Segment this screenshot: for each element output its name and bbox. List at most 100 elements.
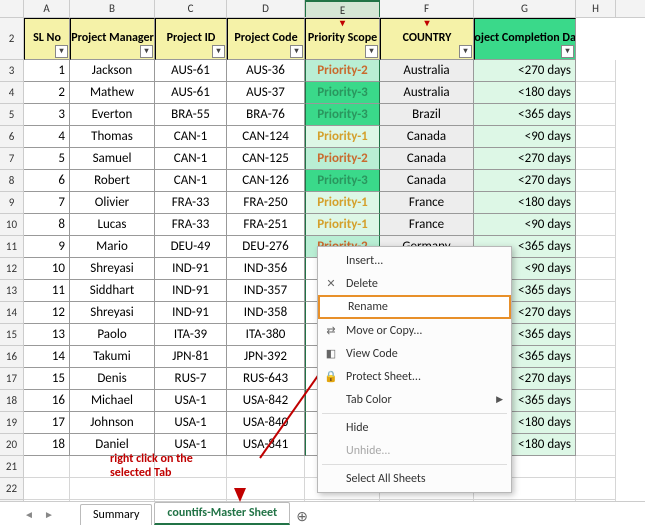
cell-project-code[interactable]: AUS-36 [227, 60, 305, 82]
cell-priority[interactable]: Priority-1 [305, 126, 380, 148]
cell-sl[interactable]: 17 [24, 412, 70, 434]
cell-project-code[interactable]: ITA-380 [227, 324, 305, 346]
cell-project-id[interactable]: IND-91 [155, 302, 227, 324]
cell-days[interactable]: <90 days [474, 126, 576, 148]
cell-manager[interactable]: Michael [70, 390, 155, 412]
row-num[interactable]: 3 [0, 60, 24, 82]
cell-sl[interactable]: 11 [24, 280, 70, 302]
cell-manager[interactable]: Denis [70, 368, 155, 390]
cell-project-code[interactable]: USA-842 [227, 390, 305, 412]
cell-project-code[interactable]: CAN-125 [227, 148, 305, 170]
row-num[interactable]: 21 [0, 456, 24, 478]
cell-project-id[interactable]: DEU-49 [155, 236, 227, 258]
cell-manager[interactable]: Takumi [70, 346, 155, 368]
menu-insert[interactable]: Insert... [318, 249, 511, 272]
col-A[interactable]: A [24, 0, 70, 17]
cell-project-id[interactable]: RUS-7 [155, 368, 227, 390]
cell-manager[interactable]: Lucas [70, 214, 155, 236]
row-num[interactable]: 9 [0, 192, 24, 214]
cell-project-id[interactable]: BRA-55 [155, 104, 227, 126]
cell-sl[interactable]: 1 [24, 60, 70, 82]
cell-days[interactable]: <365 days [474, 104, 576, 126]
row-num[interactable]: 20 [0, 434, 24, 456]
cell-days[interactable]: <270 days [474, 148, 576, 170]
cell-priority[interactable]: Priority-3 [305, 82, 380, 104]
cell-sl[interactable]: 4 [24, 126, 70, 148]
row-num[interactable]: 14 [0, 302, 24, 324]
menu-hide[interactable]: Hide [318, 416, 511, 439]
cell-empty[interactable] [24, 478, 70, 500]
row-num[interactable]: 16 [0, 346, 24, 368]
tab-nav-prev[interactable]: ◄ [20, 507, 38, 525]
cell-days[interactable]: <270 days [474, 170, 576, 192]
cell-project-id[interactable]: ITA-39 [155, 324, 227, 346]
col-D[interactable]: D [227, 0, 305, 17]
header-sl-no[interactable]: SL No▾ [24, 18, 70, 60]
menu-protect-sheet[interactable]: 🔒Protect Sheet... [318, 365, 511, 388]
menu-delete[interactable]: ✕Delete [318, 272, 511, 295]
cell-manager[interactable]: Mario [70, 236, 155, 258]
cell-days[interactable]: <180 days [474, 82, 576, 104]
cell-project-code[interactable]: USA-841 [227, 434, 305, 456]
row-num[interactable]: 10 [0, 214, 24, 236]
row-num[interactable]: 22 [0, 478, 24, 500]
row-num[interactable]: 11 [0, 236, 24, 258]
cell-sl[interactable]: 15 [24, 368, 70, 390]
row-num[interactable]: 6 [0, 126, 24, 148]
cell-project-code[interactable]: CAN-126 [227, 170, 305, 192]
cell-sl[interactable]: 18 [24, 434, 70, 456]
filter-icon[interactable]: ▾ [459, 45, 472, 58]
cell-manager[interactable]: Everton [70, 104, 155, 126]
cell-sl[interactable]: 3 [24, 104, 70, 126]
cell-sl[interactable]: 8 [24, 214, 70, 236]
cell-project-code[interactable]: BRA-76 [227, 104, 305, 126]
cell-priority[interactable]: Priority-2 [305, 60, 380, 82]
cell-priority[interactable]: Priority-2 [305, 148, 380, 170]
cell-manager[interactable]: Mathew [70, 82, 155, 104]
cell-empty[interactable] [70, 478, 155, 500]
cell-country[interactable]: Canada [380, 148, 474, 170]
cell-manager[interactable]: Olivier [70, 192, 155, 214]
cell-country[interactable]: Canada [380, 126, 474, 148]
add-sheet-button[interactable]: ⊕ [292, 508, 312, 525]
row-num[interactable]: 17 [0, 368, 24, 390]
cell-project-code[interactable]: RUS-643 [227, 368, 305, 390]
menu-view-code[interactable]: ◧View Code [318, 342, 511, 365]
row-num[interactable]: 5 [0, 104, 24, 126]
cell-country[interactable]: Canada [380, 170, 474, 192]
menu-select-all-sheets[interactable]: Select All Sheets [318, 467, 511, 490]
cell-project-code[interactable]: JPN-392 [227, 346, 305, 368]
cell-manager[interactable]: Jackson [70, 60, 155, 82]
menu-move-or-copy[interactable]: ⇄Move or Copy... [318, 319, 511, 342]
row-num[interactable]: 12 [0, 258, 24, 280]
header-country[interactable]: COUNTRY▾ [380, 18, 474, 60]
header-completion-days[interactable]: Project Completion Days▾ [474, 18, 576, 60]
cell-country[interactable]: France [380, 192, 474, 214]
cell-days[interactable]: <180 days [474, 192, 576, 214]
filter-icon[interactable]: ▾ [365, 45, 378, 58]
tab-nav-next[interactable]: ► [40, 507, 58, 525]
filter-icon[interactable]: ▾ [140, 45, 153, 58]
cell-project-code[interactable]: CAN-124 [227, 126, 305, 148]
cell-project-code[interactable]: IND-357 [227, 280, 305, 302]
cell-empty[interactable] [227, 456, 305, 478]
cell-project-id[interactable]: USA-1 [155, 412, 227, 434]
cell-sl[interactable]: 6 [24, 170, 70, 192]
cell-manager[interactable]: Samuel [70, 148, 155, 170]
cell-priority[interactable]: Priority-3 [305, 104, 380, 126]
col-G[interactable]: G [474, 0, 576, 17]
row-num-2[interactable]: 2 [0, 18, 24, 60]
cell-manager[interactable]: Johnson [70, 412, 155, 434]
menu-rename[interactable]: Rename [318, 295, 511, 319]
cell-manager[interactable]: Thomas [70, 126, 155, 148]
header-project-id[interactable]: Project ID▾ [155, 18, 227, 60]
cell-project-id[interactable]: FRA-33 [155, 214, 227, 236]
sheet-tab-summary[interactable]: Summary [80, 504, 152, 525]
cell-sl[interactable]: 10 [24, 258, 70, 280]
col-F[interactable]: F [380, 0, 474, 17]
row-num[interactable]: 15 [0, 324, 24, 346]
cell-country[interactable]: Australia [380, 60, 474, 82]
col-H[interactable]: H [576, 0, 616, 17]
select-all-corner[interactable] [0, 0, 24, 17]
col-E[interactable]: E [305, 0, 380, 17]
